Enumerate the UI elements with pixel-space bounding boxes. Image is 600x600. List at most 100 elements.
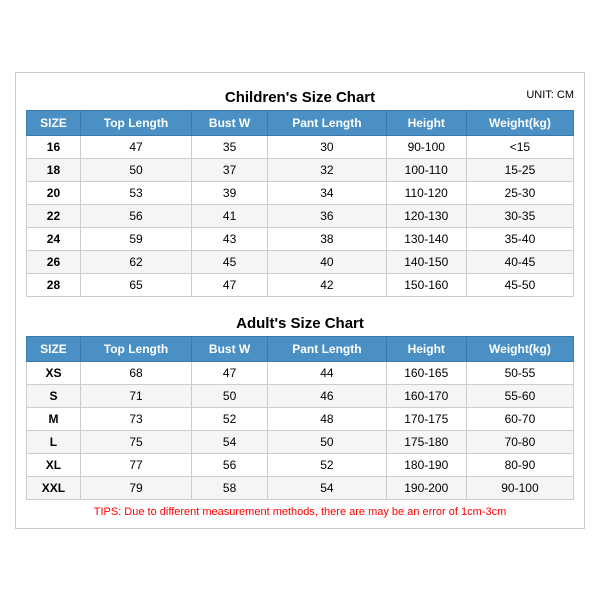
table-cell: S [27, 384, 81, 407]
table-cell: 160-170 [386, 384, 466, 407]
table-cell: 24 [27, 227, 81, 250]
table-cell: 37 [192, 158, 268, 181]
children-col-height: Height [386, 110, 466, 135]
table-cell: 47 [192, 361, 268, 384]
table-cell: 160-165 [386, 361, 466, 384]
table-cell: 50 [80, 158, 191, 181]
table-row: S715046160-17055-60 [27, 384, 574, 407]
table-cell: 90-100 [386, 135, 466, 158]
table-row: XXL795854190-20090-100 [27, 476, 574, 499]
table-cell: 16 [27, 135, 81, 158]
table-cell: 25-30 [466, 181, 573, 204]
table-row: 26624540140-15040-45 [27, 250, 574, 273]
table-cell: 90-100 [466, 476, 573, 499]
table-cell: 54 [192, 430, 268, 453]
children-tbody: 1647353090-100<1518503732100-11015-25205… [27, 135, 574, 296]
table-cell: 36 [268, 204, 386, 227]
children-col-pant: Pant Length [268, 110, 386, 135]
adults-tbody: XS684744160-16550-55S715046160-17055-60M… [27, 361, 574, 499]
tips-text: TIPS: Due to different measurement metho… [26, 506, 574, 518]
table-cell: 22 [27, 204, 81, 227]
table-cell: 41 [192, 204, 268, 227]
table-cell: 15-25 [466, 158, 573, 181]
table-cell: 34 [268, 181, 386, 204]
table-row: 22564136120-13030-35 [27, 204, 574, 227]
size-chart-container: Children's Size Chart UNIT: CM SIZE Top … [15, 72, 585, 529]
table-cell: 180-190 [386, 453, 466, 476]
table-cell: 100-110 [386, 158, 466, 181]
table-cell: 59 [80, 227, 191, 250]
table-cell: <15 [466, 135, 573, 158]
table-cell: 45-50 [466, 273, 573, 296]
children-col-weight: Weight(kg) [466, 110, 573, 135]
table-cell: 150-160 [386, 273, 466, 296]
table-cell: 53 [80, 181, 191, 204]
table-cell: XL [27, 453, 81, 476]
table-cell: 47 [192, 273, 268, 296]
adults-table: SIZE Top Length Bust W Pant Length Heigh… [26, 336, 574, 500]
table-cell: 30 [268, 135, 386, 158]
table-cell: 75 [80, 430, 191, 453]
children-title-text: Children's Size Chart [225, 89, 375, 106]
table-cell: 77 [80, 453, 191, 476]
children-table: SIZE Top Length Bust W Pant Length Heigh… [26, 110, 574, 297]
table-cell: M [27, 407, 81, 430]
table-cell: XXL [27, 476, 81, 499]
table-cell: 32 [268, 158, 386, 181]
children-title: Children's Size Chart UNIT: CM [26, 83, 574, 110]
table-cell: 60-70 [466, 407, 573, 430]
adults-col-top-length: Top Length [80, 336, 191, 361]
table-cell: 35 [192, 135, 268, 158]
children-col-size: SIZE [27, 110, 81, 135]
table-cell: 30-35 [466, 204, 573, 227]
table-row: 28654742150-16045-50 [27, 273, 574, 296]
table-cell: 120-130 [386, 204, 466, 227]
table-row: M735248170-17560-70 [27, 407, 574, 430]
unit-label: UNIT: CM [526, 89, 574, 101]
table-cell: XS [27, 361, 81, 384]
table-cell: 50-55 [466, 361, 573, 384]
adults-col-height: Height [386, 336, 466, 361]
table-cell: 52 [268, 453, 386, 476]
table-cell: 18 [27, 158, 81, 181]
table-cell: 20 [27, 181, 81, 204]
table-cell: 130-140 [386, 227, 466, 250]
adults-col-pant: Pant Length [268, 336, 386, 361]
adults-col-size: SIZE [27, 336, 81, 361]
table-row: XS684744160-16550-55 [27, 361, 574, 384]
table-cell: 39 [192, 181, 268, 204]
table-cell: 170-175 [386, 407, 466, 430]
table-cell: 110-120 [386, 181, 466, 204]
table-cell: 79 [80, 476, 191, 499]
table-row: 18503732100-11015-25 [27, 158, 574, 181]
table-cell: 73 [80, 407, 191, 430]
table-row: 1647353090-100<15 [27, 135, 574, 158]
table-row: L755450175-18070-80 [27, 430, 574, 453]
adults-col-weight: Weight(kg) [466, 336, 573, 361]
table-cell: 50 [192, 384, 268, 407]
table-cell: 140-150 [386, 250, 466, 273]
table-cell: 52 [192, 407, 268, 430]
table-cell: 42 [268, 273, 386, 296]
adults-title-text: Adult's Size Chart [236, 315, 364, 332]
table-cell: 48 [268, 407, 386, 430]
table-cell: 56 [80, 204, 191, 227]
table-cell: 80-90 [466, 453, 573, 476]
table-cell: 71 [80, 384, 191, 407]
table-cell: L [27, 430, 81, 453]
table-cell: 56 [192, 453, 268, 476]
table-row: 20533934110-12025-30 [27, 181, 574, 204]
table-cell: 40 [268, 250, 386, 273]
table-cell: 190-200 [386, 476, 466, 499]
table-row: XL775652180-19080-90 [27, 453, 574, 476]
table-cell: 55-60 [466, 384, 573, 407]
adults-col-bust: Bust W [192, 336, 268, 361]
table-cell: 175-180 [386, 430, 466, 453]
table-cell: 35-40 [466, 227, 573, 250]
table-cell: 50 [268, 430, 386, 453]
table-row: 24594338130-14035-40 [27, 227, 574, 250]
table-cell: 54 [268, 476, 386, 499]
table-cell: 40-45 [466, 250, 573, 273]
children-col-bust: Bust W [192, 110, 268, 135]
table-cell: 26 [27, 250, 81, 273]
